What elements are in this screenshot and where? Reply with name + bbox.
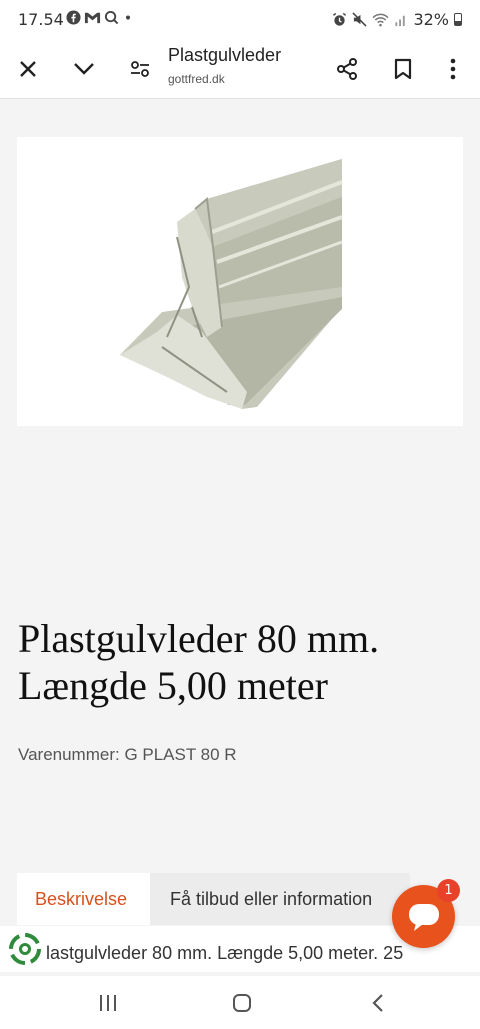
recycle-logo-icon <box>9 933 41 965</box>
page-title[interactable]: Plastgulvleder <box>168 45 281 66</box>
recent-apps-button[interactable] <box>88 988 128 1018</box>
more-button[interactable] <box>435 51 471 87</box>
status-bar: 17.54 32% <box>0 0 480 40</box>
product-title-line1: Plastgulvleder 80 mm. <box>18 616 380 661</box>
chat-unread-badge: 1 <box>437 879 460 902</box>
home-icon <box>233 994 251 1012</box>
wifi-icon <box>372 13 389 27</box>
status-time: 17.54 <box>18 10 64 29</box>
recent-apps-icon <box>100 995 116 1011</box>
page-url[interactable]: gottfred.dk <box>168 72 225 86</box>
floor-profile-illustration <box>120 159 343 409</box>
tab-quote-info[interactable]: Få tilbud eller information <box>150 873 410 925</box>
site-logo[interactable] <box>8 932 42 966</box>
product-title: Plastgulvleder 80 mm. Længde 5,00 meter <box>18 615 468 709</box>
notification-icons <box>66 10 134 25</box>
alarm-icon <box>333 12 347 26</box>
search-icon <box>104 10 119 25</box>
product-sku: Varenummer: G PLAST 80 R <box>18 745 237 764</box>
settings-icon <box>131 61 149 77</box>
description-text: lastgulvleder 80 mm. Længde 5,00 meter. … <box>46 943 404 963</box>
signal-icon <box>395 15 406 27</box>
product-tabs: Beskrivelse Få tilbud eller information <box>17 873 410 925</box>
minimize-button[interactable] <box>66 51 102 87</box>
home-button[interactable] <box>222 988 262 1018</box>
product-title-line2: Længde 5,00 meter <box>18 663 328 708</box>
browser-toolbar: Plastgulvleder gottfred.dk <box>0 40 480 99</box>
system-navigation-bar <box>0 976 480 1029</box>
close-icon <box>20 61 36 77</box>
back-icon <box>372 994 383 1012</box>
more-icon <box>450 58 456 80</box>
site-settings-button[interactable] <box>122 51 158 87</box>
close-button[interactable] <box>10 51 46 87</box>
battery-percent: 32% <box>413 10 449 29</box>
mute-icon <box>352 12 368 27</box>
share-icon <box>337 58 357 80</box>
bookmark-icon <box>394 58 412 80</box>
back-button[interactable] <box>358 988 398 1018</box>
battery-icon <box>454 13 462 26</box>
tab-description[interactable]: Beskrivelse <box>17 873 150 925</box>
chevron-down-icon <box>74 63 94 75</box>
chat-icon <box>408 903 439 931</box>
facebook-icon <box>66 10 81 25</box>
gmail-icon <box>84 12 101 24</box>
product-image[interactable] <box>17 137 463 426</box>
bookmark-button[interactable] <box>385 51 421 87</box>
system-icons: 32% <box>332 10 462 29</box>
share-button[interactable] <box>329 51 365 87</box>
dot-icon <box>125 15 131 20</box>
